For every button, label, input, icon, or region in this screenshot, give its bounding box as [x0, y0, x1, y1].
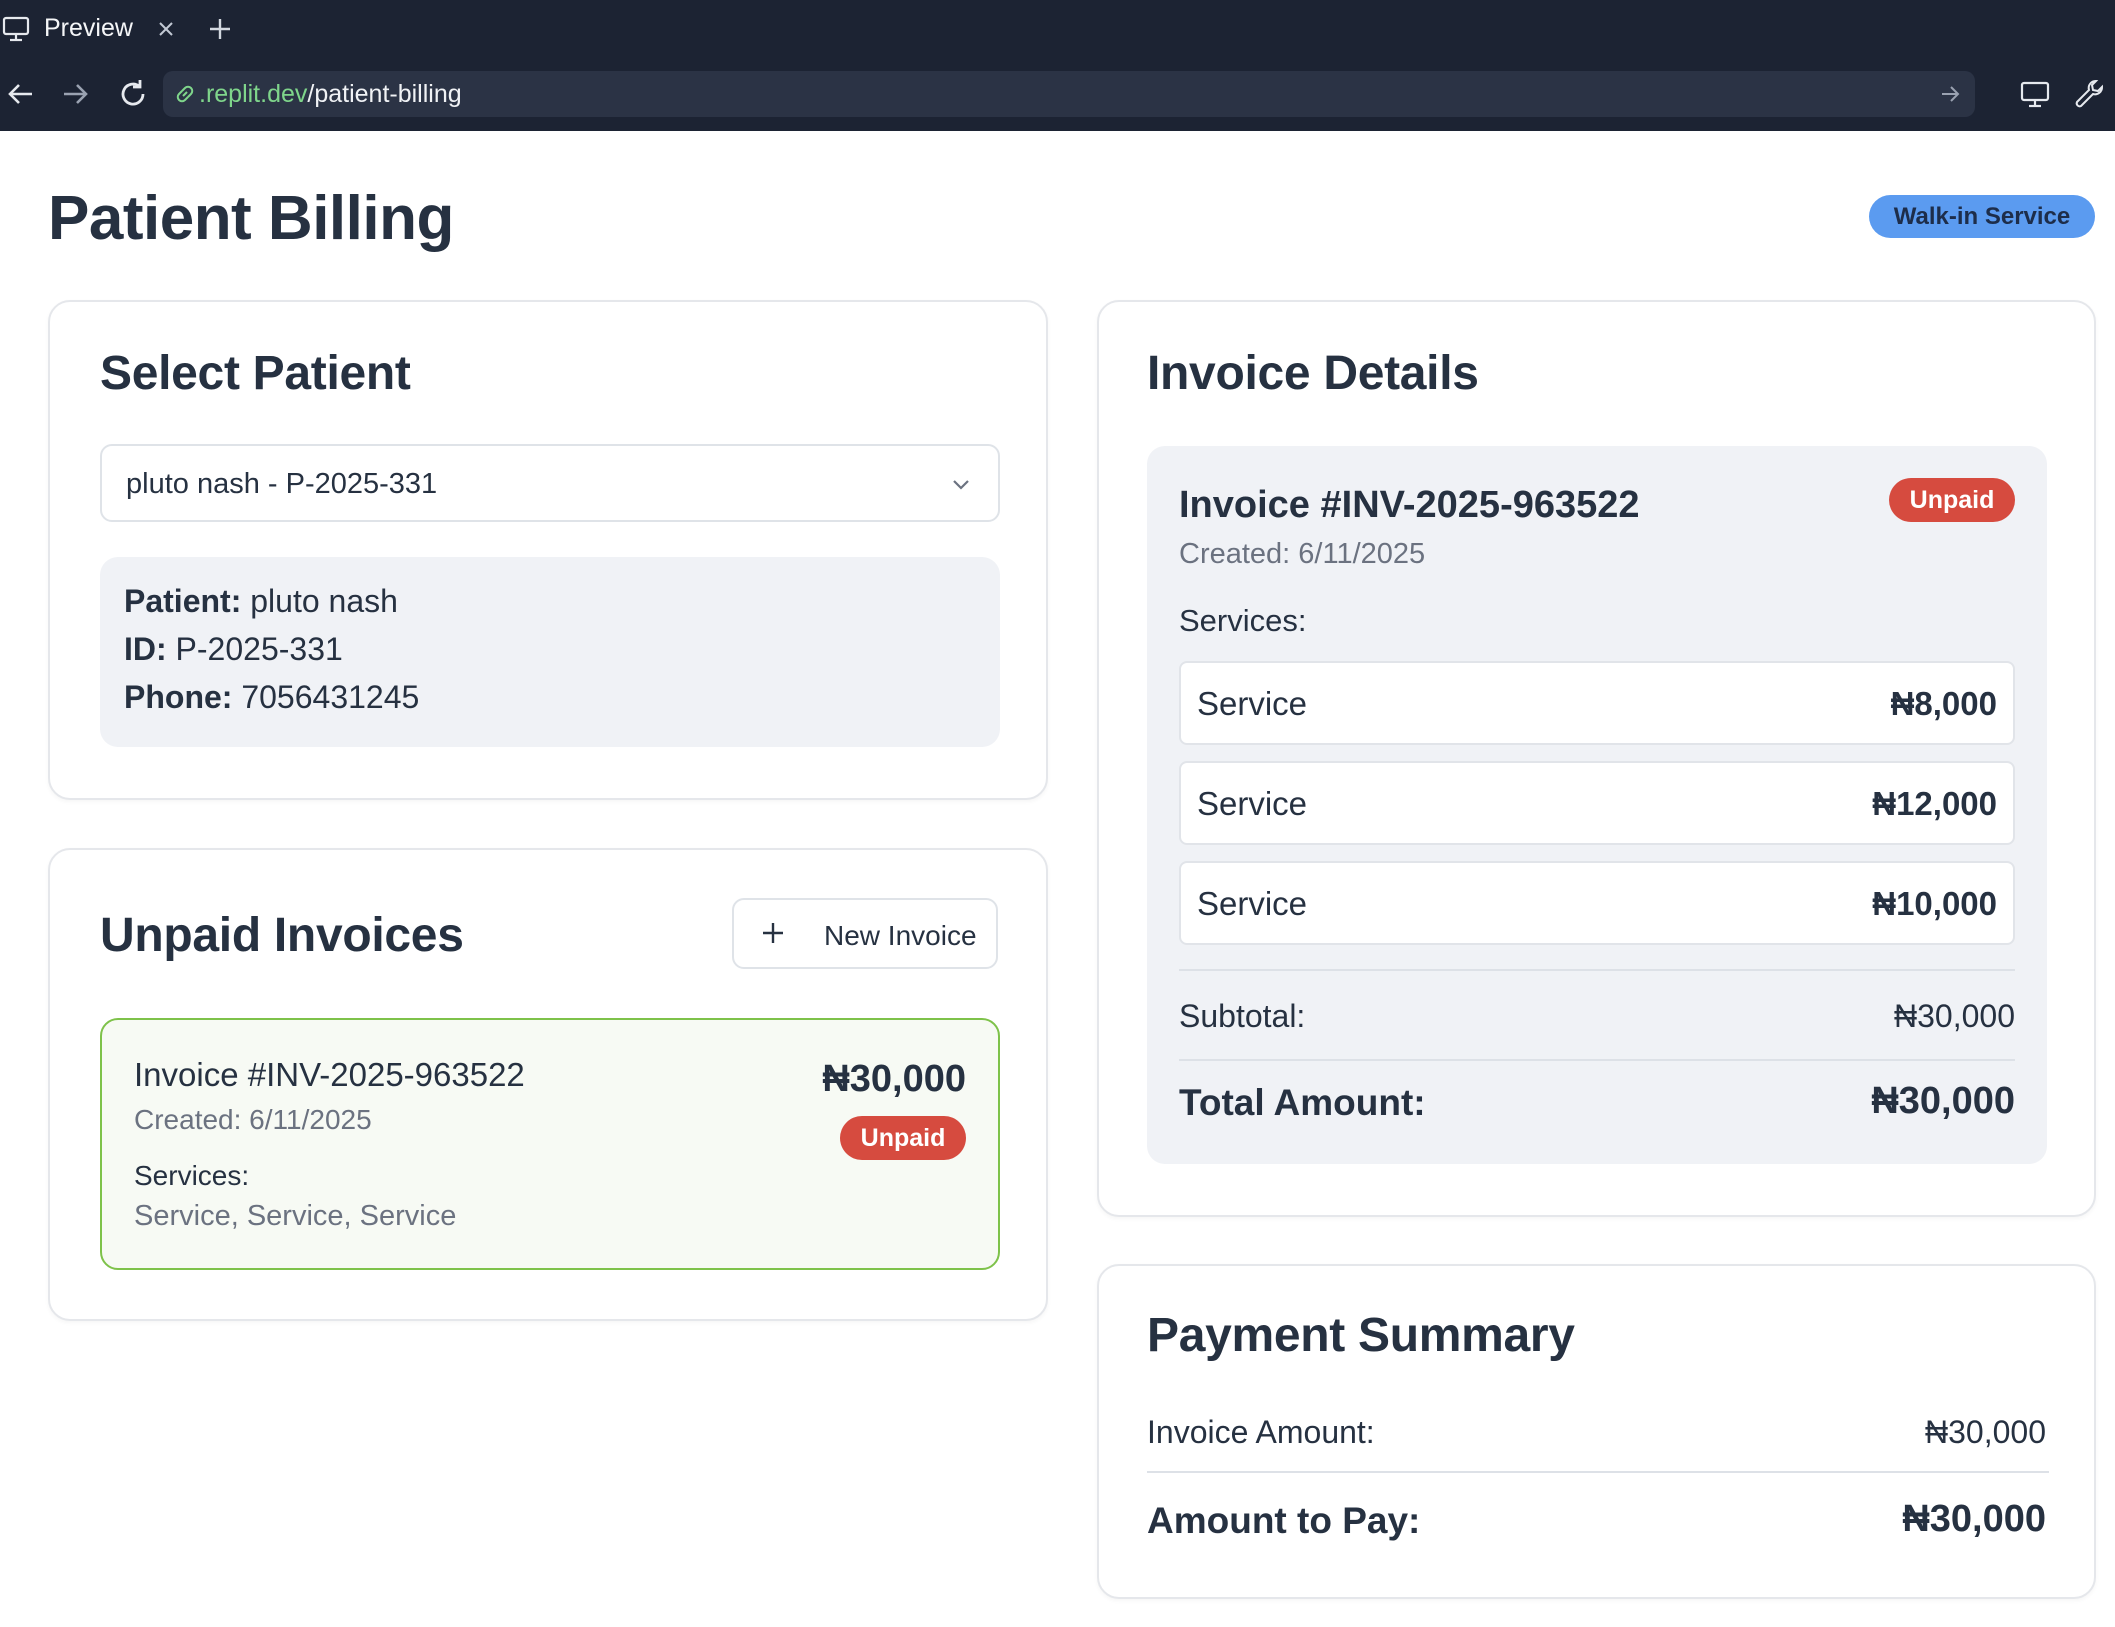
unpaid-invoices-title: Unpaid Invoices — [100, 909, 464, 962]
divider — [1147, 1471, 2049, 1473]
divider — [1179, 969, 2015, 971]
invoice-item-amount: ₦30,000 — [822, 1058, 966, 1100]
select-patient-title: Select Patient — [100, 347, 411, 400]
patient-info-box: Patient: pluto nash ID: P-2025-331 Phone… — [100, 557, 1000, 747]
invoice-amount-label: Invoice Amount: — [1147, 1414, 1375, 1450]
invoice-detail-status-badge: Unpaid — [1889, 478, 2015, 522]
patient-select[interactable]: pluto nash - P-2025-331 — [100, 444, 1000, 522]
url-host: .replit.dev — [199, 80, 308, 108]
patient-id-line: ID: P-2025-331 — [124, 631, 343, 668]
total-amount-value: ₦30,000 — [1871, 1080, 2015, 1122]
invoice-detail-title: Invoice #INV-2025-963522 — [1179, 484, 1640, 526]
page-title: Patient Billing — [48, 184, 454, 253]
invoice-details-card: Invoice Details Invoice #INV-2025-963522… — [1097, 300, 2096, 1217]
reload-icon[interactable] — [115, 76, 151, 112]
go-arrow-icon[interactable] — [1939, 83, 1961, 105]
invoice-item-created: Created: 6/11/2025 — [134, 1104, 372, 1135]
url-path: /patient-billing — [307, 80, 462, 108]
invoice-item-services: Service, Service, Service — [134, 1200, 457, 1232]
patient-phone-value: 7056431245 — [232, 679, 420, 715]
select-patient-card: Select Patient pluto nash - P-2025-331 P… — [48, 300, 1048, 800]
patient-id-label: ID: — [124, 631, 167, 667]
invoice-amount-value: ₦30,000 — [1925, 1414, 2046, 1450]
subtotal-label: Subtotal: — [1179, 998, 1306, 1034]
devices-icon[interactable] — [2019, 77, 2053, 111]
link-icon — [176, 85, 194, 103]
patient-id-value: P-2025-331 — [166, 631, 343, 667]
divider — [1179, 1059, 2015, 1061]
service-name: Service — [1197, 785, 1308, 822]
url-text: .replit.dev/patient-billing — [199, 80, 462, 109]
unpaid-invoices-card: Unpaid Invoices New Invoice Invoice #INV… — [48, 848, 1048, 1321]
nav-bar: .replit.dev/patient-billing — [0, 59, 2115, 131]
monitor-icon — [2, 16, 30, 42]
invoice-item-title: Invoice #INV-2025-963522 — [134, 1056, 525, 1093]
browser-chrome: Preview .replit.dev/patient-billing — [0, 0, 2115, 131]
invoice-detail-box: Invoice #INV-2025-963522 Created: 6/11/2… — [1147, 446, 2047, 1164]
service-name: Service — [1197, 885, 1308, 922]
arrow-left-icon[interactable] — [2, 76, 38, 112]
wrench-icon[interactable] — [2072, 77, 2106, 111]
patient-phone-label: Phone: — [124, 679, 233, 715]
invoice-detail-created: Created: 6/11/2025 — [1179, 538, 1426, 570]
address-bar[interactable]: .replit.dev/patient-billing — [163, 71, 1975, 117]
new-invoice-label: New Invoice — [824, 920, 977, 951]
plus-icon — [763, 923, 783, 943]
patient-name-line: Patient: pluto nash — [124, 583, 398, 620]
patient-name-value: pluto nash — [241, 583, 398, 619]
amount-to-pay-label: Amount to Pay: — [1147, 1500, 1421, 1541]
service-price: ₦12,000 — [1872, 785, 1997, 822]
total-amount-label: Total Amount: — [1179, 1082, 1426, 1123]
arrow-right-icon[interactable] — [58, 76, 94, 112]
invoice-item-status-badge: Unpaid — [840, 1116, 966, 1160]
invoice-details-title: Invoice Details — [1147, 347, 1479, 400]
tab-preview[interactable]: Preview — [0, 0, 193, 59]
tab-bar: Preview — [0, 0, 2115, 59]
service-row: Service ₦12,000 — [1179, 761, 2015, 845]
patient-phone-line: Phone: 7056431245 — [124, 679, 419, 716]
walk-in-service-badge: Walk-in Service — [1869, 195, 2095, 238]
amount-to-pay-value: ₦30,000 — [1902, 1498, 2046, 1540]
invoice-list-item[interactable]: Invoice #INV-2025-963522 Created: 6/11/2… — [100, 1018, 1000, 1270]
invoice-item-services-label: Services: — [134, 1160, 250, 1191]
service-name: Service — [1197, 685, 1308, 722]
chevron-down-icon — [953, 480, 969, 490]
new-invoice-button[interactable]: New Invoice — [732, 898, 998, 969]
subtotal-value: ₦30,000 — [1894, 998, 2015, 1034]
plus-icon[interactable] — [208, 17, 232, 41]
page: Patient Billing Walk-in Service Select P… — [0, 131, 2115, 1627]
invoice-detail-services-label: Services: — [1179, 603, 1307, 638]
service-price: ₦8,000 — [1890, 685, 1997, 722]
payment-summary-title: Payment Summary — [1147, 1309, 1575, 1362]
tab-title: Preview — [44, 14, 133, 42]
service-row: Service ₦8,000 — [1179, 661, 2015, 745]
close-icon[interactable] — [156, 19, 176, 39]
service-price: ₦10,000 — [1872, 885, 1997, 922]
patient-select-value: pluto nash - P-2025-331 — [126, 468, 438, 500]
payment-summary-card: Payment Summary Invoice Amount: ₦30,000 … — [1097, 1264, 2096, 1599]
service-row: Service ₦10,000 — [1179, 861, 2015, 945]
patient-name-label: Patient: — [124, 583, 242, 619]
